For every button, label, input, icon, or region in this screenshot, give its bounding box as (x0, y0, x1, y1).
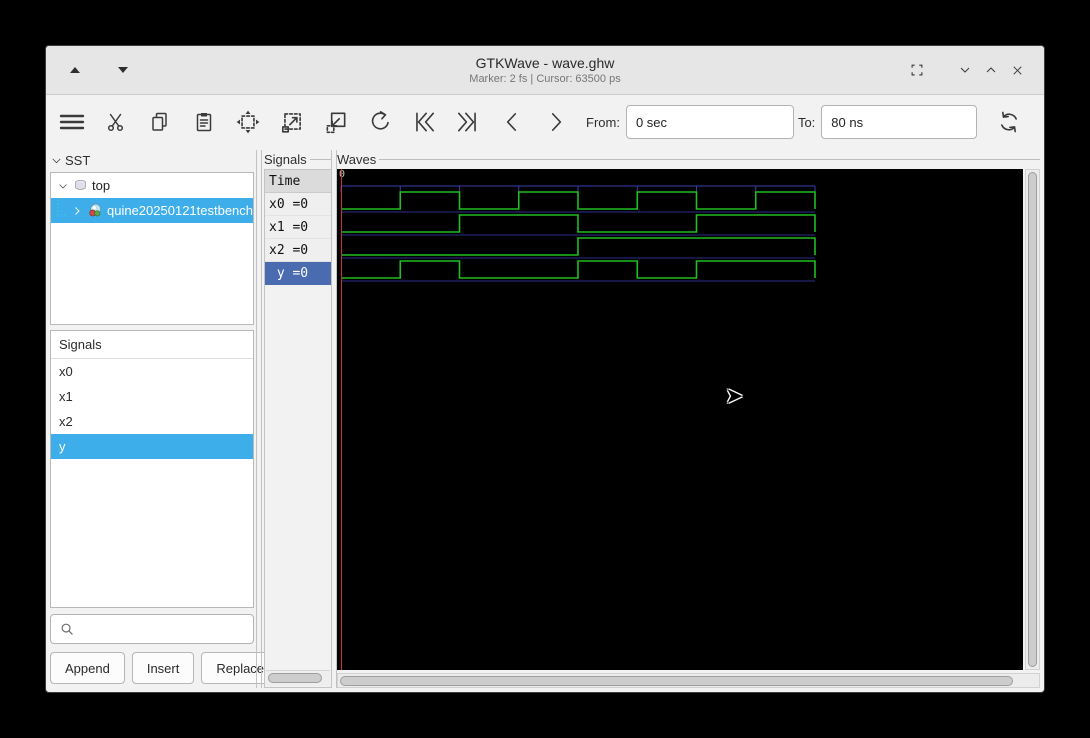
names-panel: Time x0 =0 x1 =0 x2 =0 y =0 (264, 169, 332, 688)
fullscreen-icon (908, 61, 926, 79)
close-button[interactable] (1004, 57, 1030, 83)
reload-icon (996, 109, 1022, 135)
tree-item-testbench[interactable]: quine20250121testbench (51, 198, 253, 223)
component-icon (87, 203, 103, 219)
waves-frame-label: Waves (337, 150, 1040, 168)
chevron-up-icon (983, 62, 999, 78)
titlebar: GTKWave - wave.ghw Marker: 2 fs | Cursor… (46, 46, 1044, 95)
chevron-right-icon (71, 205, 83, 217)
zoom-fit-icon (235, 109, 261, 135)
gtkwave-window: GTKWave - wave.ghw Marker: 2 fs | Cursor… (45, 45, 1045, 693)
chevron-down-icon (957, 62, 973, 78)
skip-start-icon (411, 109, 437, 135)
sst-label: SST (65, 153, 90, 168)
to-label: To: (798, 115, 815, 130)
chevron-right-icon (543, 109, 569, 135)
chevron-down-icon (50, 154, 63, 167)
skip-to-start-button[interactable] (406, 104, 442, 140)
name-row-x0[interactable]: x0 =0 (265, 193, 331, 216)
hamburger-icon (57, 110, 87, 134)
signal-item-x0[interactable]: x0 (51, 359, 253, 384)
names-column: Signals Time x0 =0 x1 =0 x2 =0 y =0 (264, 150, 332, 688)
zoom-out-icon (323, 109, 349, 135)
append-button[interactable]: Append (50, 652, 125, 684)
cut-button[interactable] (98, 104, 134, 140)
prev-edge-button[interactable] (494, 104, 530, 140)
wave-vertical-scrollbar[interactable] (1025, 169, 1040, 670)
skip-to-end-button[interactable] (450, 104, 486, 140)
tree-branch-line (55, 200, 67, 222)
zoom-out-button[interactable] (318, 104, 354, 140)
skip-end-icon (455, 109, 481, 135)
sst-tree: top quine20250121testbench (50, 172, 254, 325)
toolbar: From: 0 sec To: 80 ns (46, 95, 1044, 149)
reload-button[interactable] (991, 104, 1027, 140)
signal-action-buttons: Append Insert Replace (50, 652, 279, 684)
window-title: GTKWave - wave.ghw (476, 55, 615, 71)
marker-line[interactable] (341, 169, 342, 670)
scrollbar-thumb[interactable] (1028, 172, 1037, 667)
insert-button[interactable]: Insert (132, 652, 195, 684)
search-icon (59, 621, 76, 638)
names-horizontal-scrollbar[interactable] (266, 670, 330, 686)
paste-button[interactable] (186, 104, 222, 140)
close-icon (1010, 63, 1025, 78)
mouse-cursor: ➤ (725, 383, 743, 409)
waveform-traces (337, 169, 1023, 669)
from-label: From: (586, 115, 620, 130)
sst-expander[interactable]: SST (50, 150, 254, 170)
maximize-button[interactable] (978, 57, 1004, 83)
scissors-icon (104, 110, 128, 134)
name-row-y[interactable]: y =0 (265, 262, 331, 285)
signal-item-x1[interactable]: x1 (51, 384, 253, 409)
tree-item-label: top (92, 178, 110, 193)
wave-canvas[interactable]: 0 (337, 169, 1023, 670)
next-edge-button[interactable] (538, 104, 574, 140)
copy-icon (148, 110, 172, 134)
time-header[interactable]: Time (265, 170, 331, 193)
name-row-x1[interactable]: x1 =0 (265, 216, 331, 239)
chevron-left-icon (499, 109, 525, 135)
scrollbar-thumb[interactable] (268, 673, 322, 683)
marker-cursor-status: Marker: 2 fs | Cursor: 63500 ps (469, 73, 620, 85)
fullscreen-button[interactable] (904, 57, 930, 83)
waves-column: Waves 0 (337, 150, 1040, 688)
pane-splitter-left[interactable] (256, 150, 262, 688)
copy-button[interactable] (142, 104, 178, 140)
from-input[interactable]: 0 sec (626, 105, 794, 139)
shade-down-button[interactable] (110, 57, 136, 83)
triangle-down-icon (118, 67, 128, 73)
signal-list-header: Signals (51, 331, 253, 359)
signal-item-x2[interactable]: x2 (51, 409, 253, 434)
undo-button[interactable] (362, 104, 398, 140)
clipboard-icon (192, 110, 216, 134)
tree-item-label: quine20250121testbench (107, 203, 253, 218)
wave-horizontal-scrollbar[interactable] (337, 673, 1040, 688)
undo-icon (367, 109, 393, 135)
zoom-in-button[interactable] (274, 104, 310, 140)
wave-panel: 0 (337, 169, 1040, 688)
signal-search-list: Signals x0 x1 x2 y (50, 330, 254, 608)
chevron-down-icon (57, 180, 69, 192)
tree-item-top[interactable]: top (51, 173, 253, 198)
scrollbar-thumb[interactable] (340, 676, 1013, 686)
menu-button[interactable] (54, 104, 90, 140)
module-icon (73, 178, 88, 193)
names-frame-label: Signals (264, 150, 332, 168)
triangle-up-icon (70, 67, 80, 73)
zoom-fit-button[interactable] (230, 104, 266, 140)
name-row-x2[interactable]: x2 =0 (265, 239, 331, 262)
zoom-in-icon (279, 109, 305, 135)
sidebar: SST top quine20250121testbench (50, 150, 254, 688)
signal-filter-input[interactable] (50, 614, 254, 644)
shade-up-button[interactable] (62, 57, 88, 83)
minimize-button[interactable] (952, 57, 978, 83)
to-input[interactable]: 80 ns (821, 105, 977, 139)
signal-item-y[interactable]: y (51, 434, 253, 459)
